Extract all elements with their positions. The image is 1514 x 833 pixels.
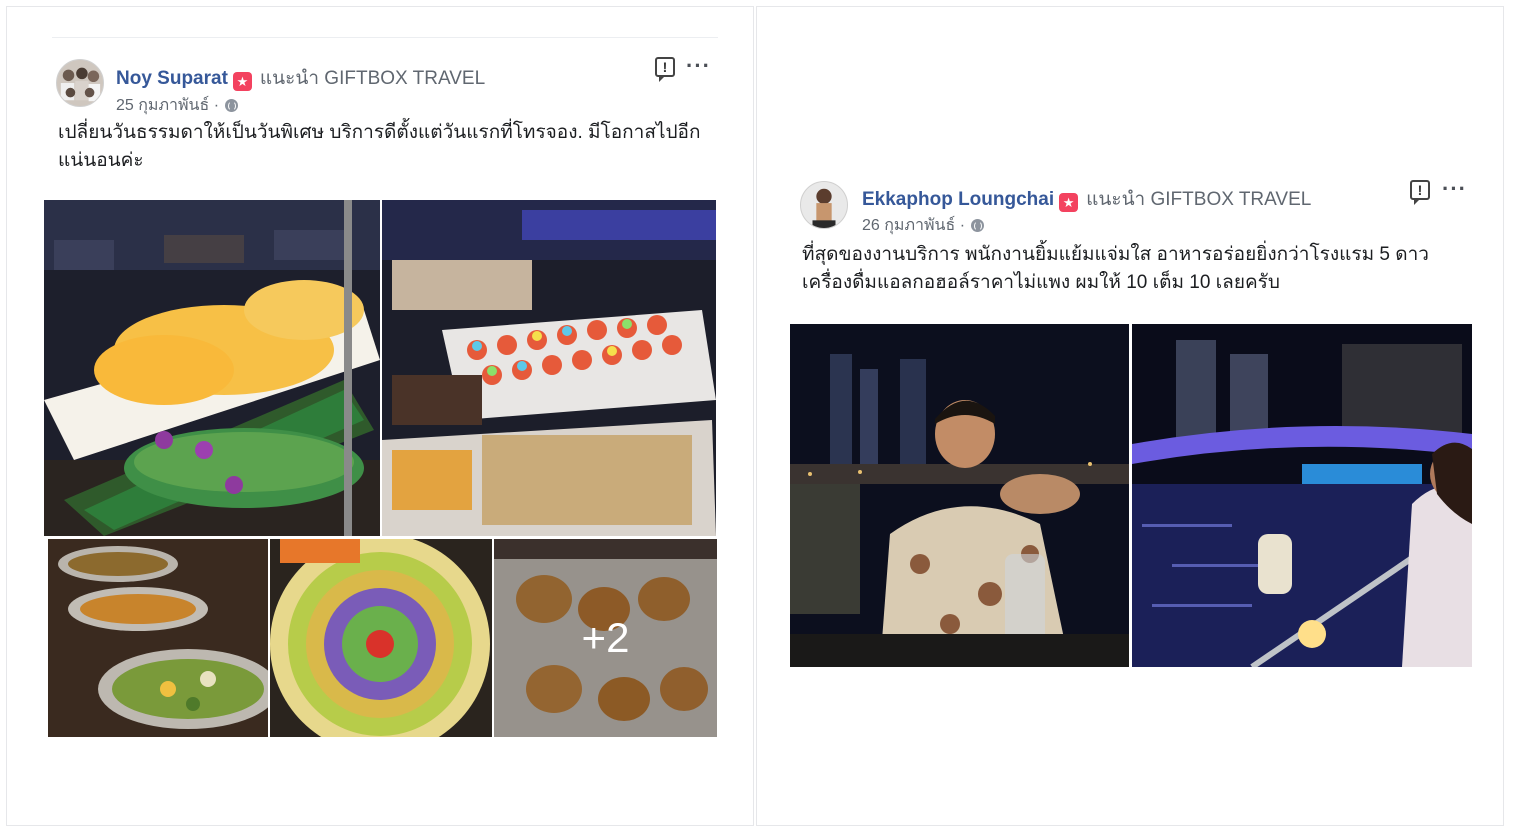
post-date[interactable]: 26 กุมภาพันธ์ · (862, 217, 965, 234)
avatar[interactable] (56, 59, 104, 107)
avatar[interactable] (800, 181, 848, 229)
recommends-text[interactable]: แนะนำ GIFTBOX TRAVEL (1086, 189, 1311, 210)
photo-fruit-buffet[interactable] (44, 200, 380, 536)
photo-dessert-buffet[interactable] (382, 200, 716, 536)
author-line: Ekkaphop Loungchai ★ แนะนำ GIFTBOX TRAVEL (862, 184, 1311, 214)
post-text: เปลี่ยนวันธรรมดาให้เป็นวันพิเศษ บริการดี… (58, 122, 701, 171)
photo-man-river-night[interactable] (790, 324, 1129, 667)
star-icon: ★ (1059, 193, 1079, 212)
post-date[interactable]: 25 กุมภาพันธ์ · (116, 97, 219, 114)
author-name[interactable]: Ekkaphop Loungchai (862, 189, 1054, 210)
photo-hot-dishes[interactable] (48, 539, 268, 737)
report-icon[interactable]: ! (655, 57, 675, 82)
report-icon[interactable]: ! (1410, 180, 1430, 205)
photo-vegetable-platter[interactable] (270, 539, 492, 737)
header-divider (52, 37, 718, 38)
post-header: Ekkaphop Loungchai ★ แนะนำ GIFTBOX TRAVEL … (790, 175, 1474, 235)
more-options-icon[interactable]: ··· (1442, 176, 1467, 202)
globe-icon (225, 99, 239, 112)
star-icon: ★ (232, 72, 252, 91)
author-line: Noy Suparat ★ แนะนำ GIFTBOX TRAVEL (116, 63, 485, 93)
review-post: Ekkaphop Loungchai ★ แนะนำ GIFTBOX TRAVEL … (790, 175, 1474, 325)
post-text: ที่สุดของงานบริการ พนักงานยิ้มแย้มแจ่มใส… (802, 244, 1429, 293)
author-name[interactable]: Noy Suparat (116, 68, 228, 89)
more-options-icon[interactable]: ··· (686, 53, 711, 79)
globe-icon (971, 219, 985, 232)
post-meta: 25 กุมภาพันธ์ · (116, 93, 239, 118)
photo-crabs[interactable]: +2 (494, 539, 717, 737)
post-meta: 26 กุมภาพันธ์ · (862, 213, 985, 238)
photo-woman-river-bridge[interactable] (1132, 324, 1472, 667)
recommends-text[interactable]: แนะนำ GIFTBOX TRAVEL (260, 68, 485, 89)
post-header: Noy Suparat ★ แนะนำ GIFTBOX TRAVEL 25 กุมภ… (52, 37, 718, 114)
more-photos-overlay[interactable]: +2 (494, 539, 717, 737)
